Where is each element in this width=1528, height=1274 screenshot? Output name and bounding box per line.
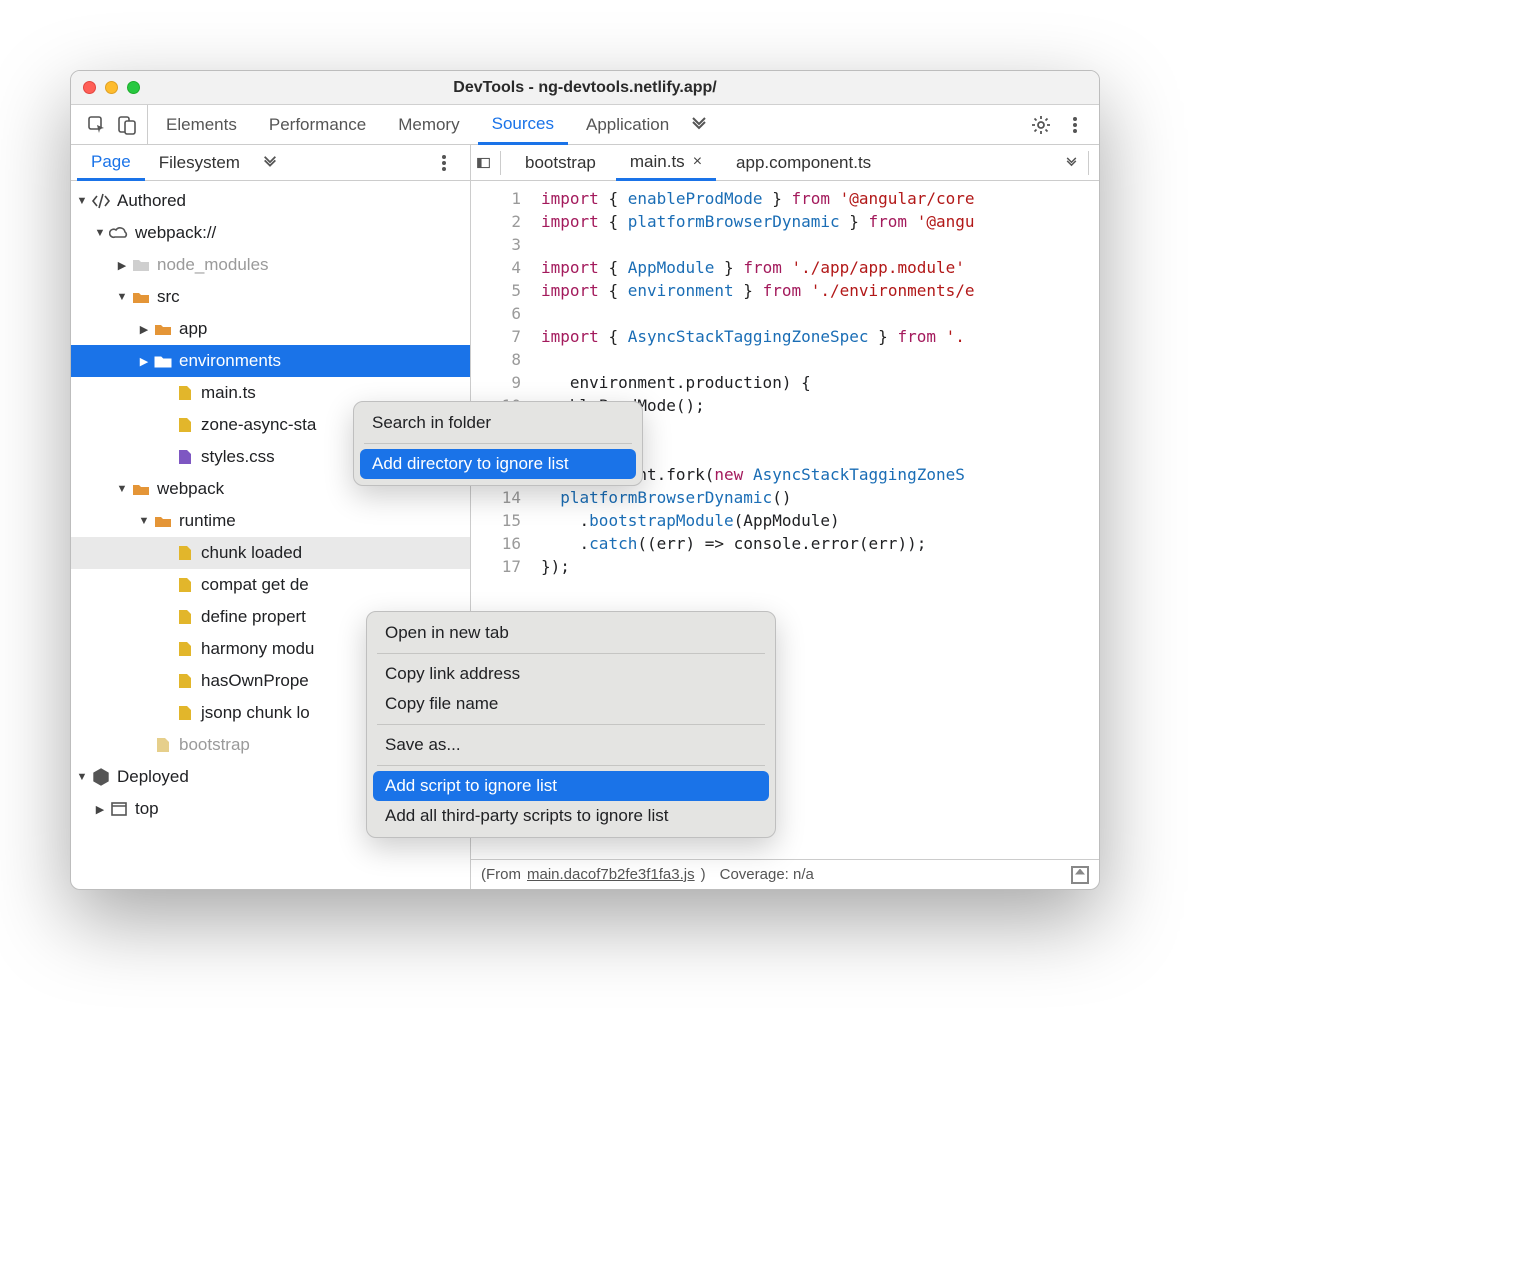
titlebar: DevTools - ng-devtools.netlify.app/ [71,71,1099,105]
tab-application[interactable]: Application [572,105,683,144]
folder-icon [131,256,151,274]
status-bar: (From main.dacof7b2fe3f1fa3.js ) Coverag… [471,859,1099,889]
tree-node-modules[interactable]: ▶ node_modules [71,249,470,281]
frame-icon [109,800,129,818]
status-close-paren: ) [701,866,706,883]
folder-open-icon [131,480,151,498]
status-coverage: Coverage: n/a [720,866,814,883]
more-tabs-icon[interactable] [687,113,711,137]
code-icon [91,192,111,210]
toolbar-left [77,105,148,144]
ctx-copy-link[interactable]: Copy link address [373,659,769,689]
ctx-add-dir-to-ignore[interactable]: Add directory to ignore list [360,449,636,479]
tree-runtime[interactable]: ▼ runtime [71,505,470,537]
file-icon [175,704,195,722]
ctx-add-script-ignore[interactable]: Add script to ignore list [373,771,769,801]
devtools-window: DevTools - ng-devtools.netlify.app/ Elem… [70,70,1100,890]
file-icon [175,448,195,466]
filetab-bootstrap[interactable]: bootstrap [511,145,610,180]
context-menu-file: Open in new tab Copy link address Copy f… [366,611,776,838]
pretty-print-icon[interactable] [1071,866,1089,884]
file-icon [175,640,195,658]
folder-icon [153,352,173,370]
folder-open-icon [131,288,151,306]
filetab-app-component[interactable]: app.component.ts [722,145,885,180]
file-icon [175,384,195,402]
ctx-search-in-folder[interactable]: Search in folder [360,408,636,438]
subtab-filesystem[interactable]: Filesystem [145,145,254,180]
subtab-page[interactable]: Page [77,146,145,181]
cube-icon [91,768,111,786]
tree-chunk-loaded[interactable]: chunk loaded [71,537,470,569]
file-icon [153,736,173,754]
tree-app[interactable]: ▶ app [71,313,470,345]
navigator-toggle-icon[interactable] [477,151,501,175]
tab-memory[interactable]: Memory [384,105,473,144]
cloud-icon [109,224,129,242]
tree-environments[interactable]: ▶ environments [71,345,470,377]
close-window-button[interactable] [83,81,96,94]
tab-sources[interactable]: Sources [478,106,568,145]
status-source-link[interactable]: main.dacof7b2fe3f1fa3.js [527,866,695,883]
folder-open-icon [153,320,173,338]
settings-icon[interactable] [1029,113,1053,137]
file-icon [175,608,195,626]
more-filetabs-icon[interactable] [1065,151,1089,175]
ctx-separator [377,765,765,766]
inspect-icon[interactable] [85,113,109,137]
sidebar-subtabs: Page Filesystem [71,145,470,181]
more-subtabs-icon[interactable] [258,151,282,175]
tree-src[interactable]: ▼ src [71,281,470,313]
file-icon [175,576,195,594]
file-icon [175,416,195,434]
tree-compat-get[interactable]: compat get de [71,569,470,601]
filetab-main-ts[interactable]: main.ts × [616,146,716,181]
context-menu-folder: Search in folder Add directory to ignore… [353,401,643,486]
traffic-lights [83,81,140,94]
sidebar-kebab-icon[interactable] [432,151,456,175]
ctx-copy-name[interactable]: Copy file name [373,689,769,719]
ctx-separator [377,653,765,654]
status-from-label: (From [481,866,521,883]
ctx-separator [364,443,632,444]
file-icon [175,672,195,690]
minimize-window-button[interactable] [105,81,118,94]
tab-elements[interactable]: Elements [152,105,251,144]
tab-performance[interactable]: Performance [255,105,380,144]
close-tab-icon[interactable]: × [693,153,702,171]
tree-webpack-scheme[interactable]: ▼ webpack:// [71,217,470,249]
file-icon [175,544,195,562]
ctx-save-as[interactable]: Save as... [373,730,769,760]
kebab-menu-icon[interactable] [1063,113,1087,137]
window-title: DevTools - ng-devtools.netlify.app/ [71,79,1099,97]
ctx-open-new-tab[interactable]: Open in new tab [373,618,769,648]
tree-authored[interactable]: ▼ Authored [71,185,470,217]
maximize-window-button[interactable] [127,81,140,94]
folder-open-icon [153,512,173,530]
file-tabs: bootstrap main.ts × app.component.ts [471,145,1099,181]
ctx-add-all-third-party[interactable]: Add all third-party scripts to ignore li… [373,801,769,831]
ctx-separator [377,724,765,725]
device-toggle-icon[interactable] [115,113,139,137]
devtools-tabbar: Elements Performance Memory Sources Appl… [71,105,1099,145]
